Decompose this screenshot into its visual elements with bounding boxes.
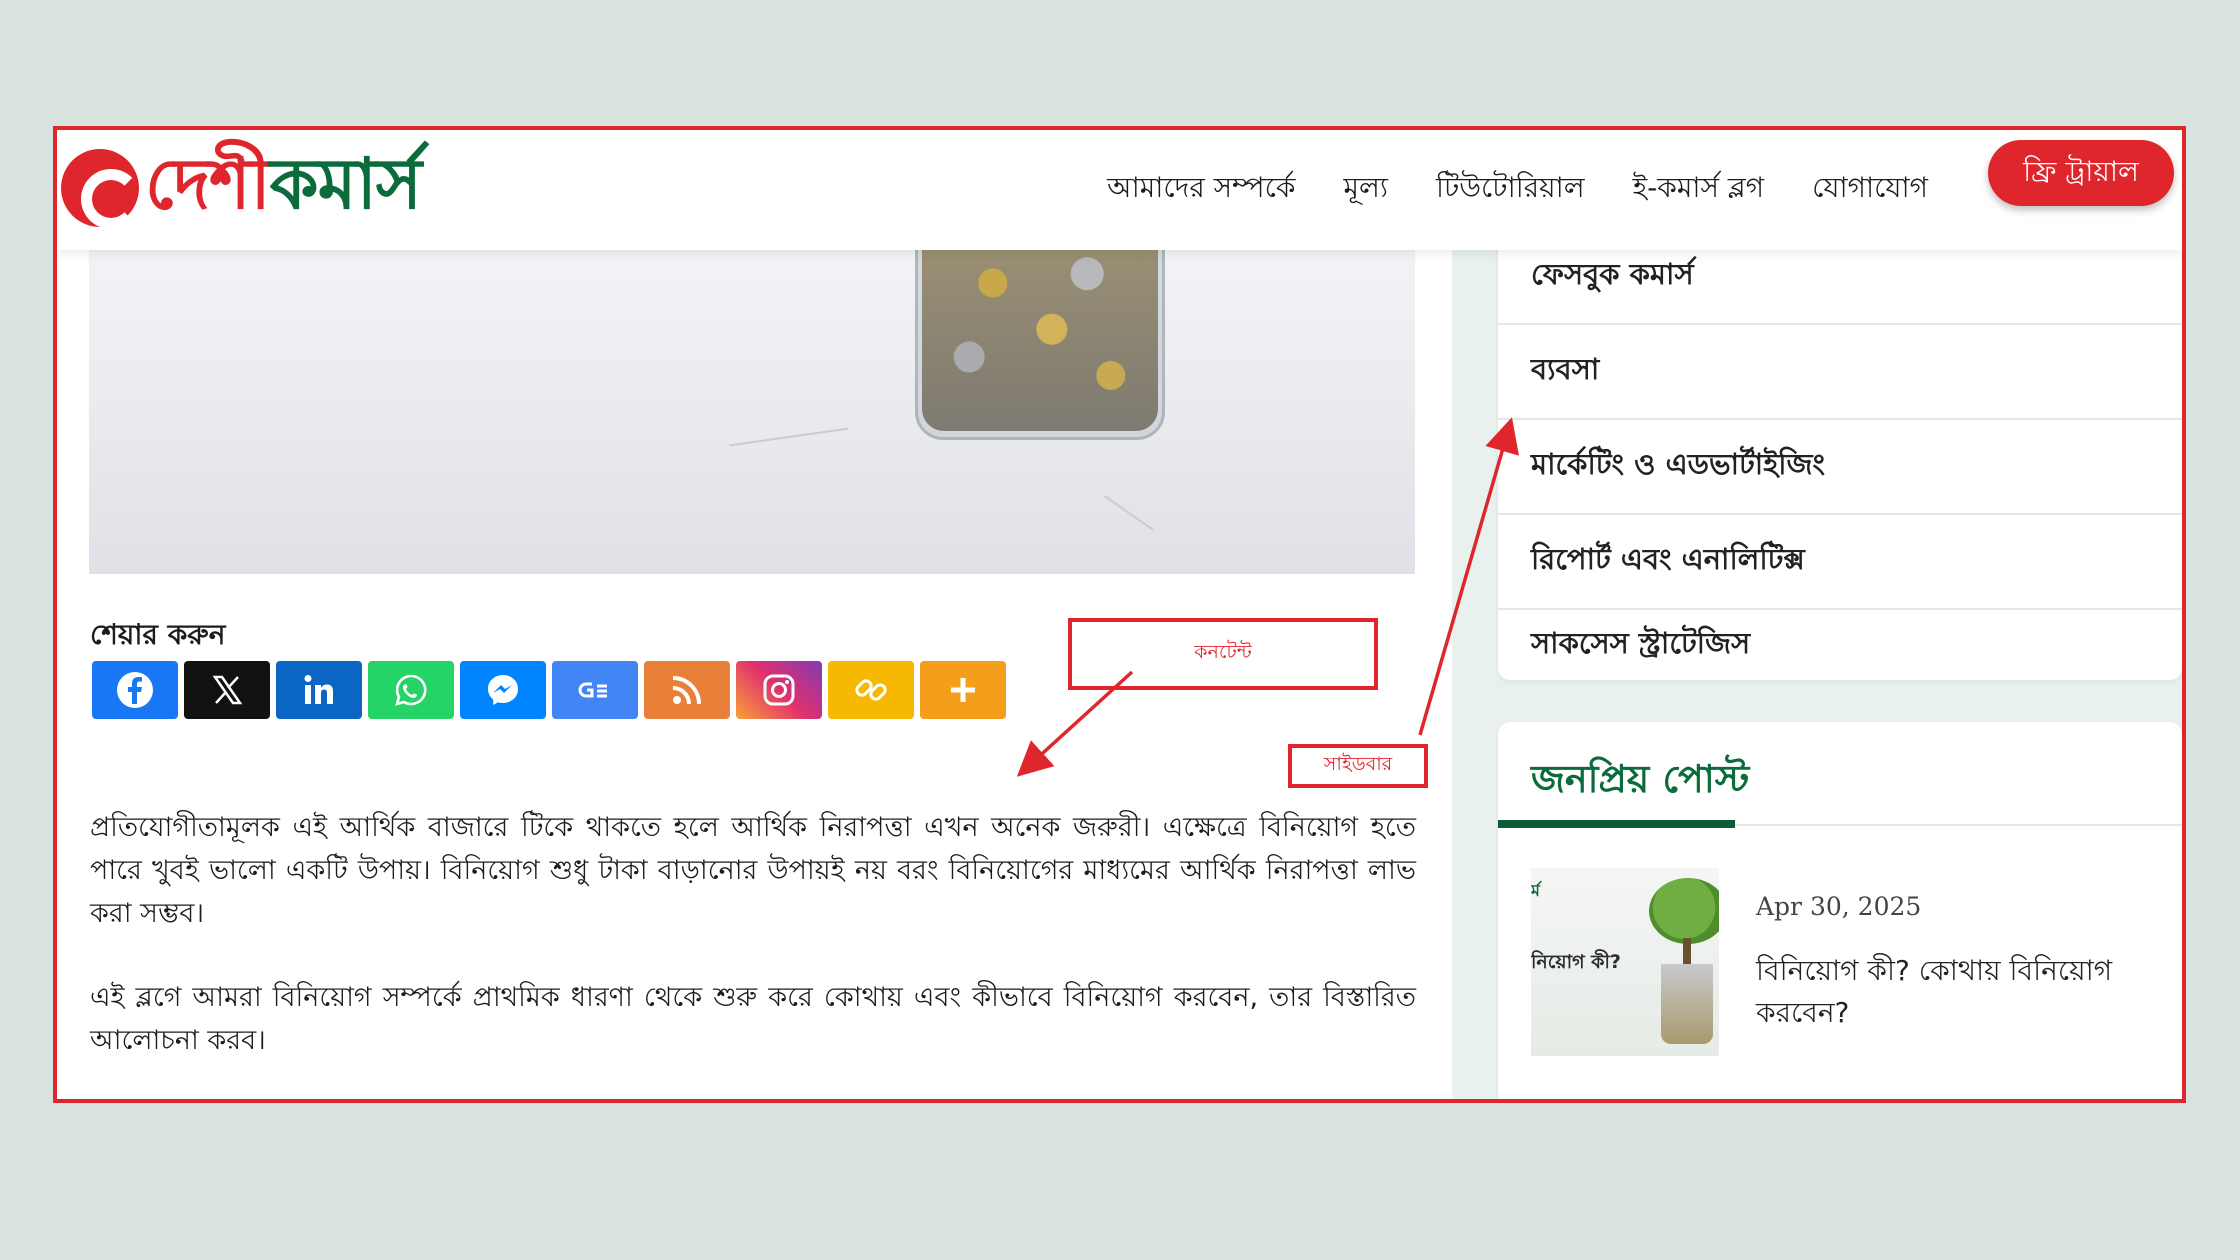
jar-image: [1661, 964, 1713, 1044]
plus-icon: [951, 678, 975, 702]
logo-text-red: দেশী: [145, 141, 271, 225]
facebook-icon: [117, 672, 153, 708]
messenger-icon: [488, 675, 518, 705]
title-underline: [1498, 820, 1735, 828]
site-header: দেশীকমার্স আমাদের সম্পর্কে মূল্য টিউটোরি…: [57, 130, 2182, 250]
category-item[interactable]: ব্যবসা: [1498, 325, 2182, 420]
share-google-news-button[interactable]: [552, 661, 638, 719]
nav-item-about[interactable]: আমাদের সম্পর্কে: [1103, 156, 1299, 223]
category-list: ফেসবুক কমার্স ব্যবসা মার্কেটিং ও এডভার্ট…: [1498, 230, 2182, 680]
divider: [1735, 824, 2182, 826]
nav-item-pricing[interactable]: মূল্য: [1339, 156, 1392, 223]
main-nav: আমাদের সম্পর্কে মূল্য টিউটোরিয়াল ই-কমার…: [1103, 156, 1932, 223]
share-title: শেয়ার করুন: [90, 618, 226, 651]
share-whatsapp-button[interactable]: [368, 661, 454, 719]
thumb-label: র্ম: [1531, 881, 1540, 900]
nav-item-contact[interactable]: যোগাযোগ: [1808, 156, 1932, 223]
post-title-link[interactable]: বিনিয়োগ কী? কোথায় বিনিয়োগ করবেন?: [1756, 950, 2156, 1034]
nav-item-blog[interactable]: ই-কমার্স ব্লগ: [1629, 156, 1768, 223]
post-thumbnail[interactable]: র্ম নিয়োগ কী?: [1531, 868, 1719, 1056]
share-buttons: [92, 661, 1006, 719]
logo-text-green: কমার্স: [269, 141, 422, 225]
share-messenger-button[interactable]: [460, 661, 546, 719]
coin-jar-image: [915, 250, 1165, 440]
category-item[interactable]: সাকসেস স্ট্রাটেজিস: [1498, 610, 2182, 680]
logo-mark-icon: [61, 149, 141, 229]
rss-icon: [672, 676, 701, 705]
article-paragraph: প্রতিযোগীতামূলক এই আর্থিক বাজারে টিকে থা…: [90, 812, 1416, 929]
divider: [1498, 1102, 2182, 1103]
instagram-icon: [763, 674, 795, 706]
annotation-content-box: কনটেন্ট: [1068, 618, 1378, 690]
google-news-icon: [578, 682, 607, 698]
share-linkedin-button[interactable]: [276, 661, 362, 719]
share-instagram-button[interactable]: [736, 661, 822, 719]
nav-item-tutorial[interactable]: টিউটোরিয়াল: [1432, 156, 1589, 223]
copy-link-icon: [855, 679, 887, 701]
site-logo[interactable]: দেশীকমার্স: [61, 140, 422, 236]
article-paragraph: এই ব্লগে আমরা বিনিয়োগ সম্পর্কে প্রাথমিক…: [90, 982, 1416, 1056]
whatsapp-icon: [395, 674, 427, 706]
linkedin-icon: [304, 675, 333, 704]
coins-image: [922, 250, 1158, 431]
popular-posts-title: জনপ্রিয় পোস্ট: [1531, 757, 1750, 801]
floor-line: [1103, 494, 1155, 532]
free-trial-button[interactable]: ফ্রি ট্রায়াল: [1988, 140, 2174, 206]
post-date: Apr 30, 2025: [1756, 892, 1922, 921]
floor-line: [729, 427, 849, 447]
browser-frame: দেশীকমার্স আমাদের সম্পর্কে মূল্য টিউটোরি…: [53, 126, 2186, 1103]
share-rss-button[interactable]: [644, 661, 730, 719]
logo-text: দেশীকমার্স: [145, 130, 422, 247]
annotation-sidebar-box: সাইডবার: [1288, 744, 1428, 788]
share-x-button[interactable]: [184, 661, 270, 719]
tree-image: [1649, 878, 1719, 944]
category-item[interactable]: রিপোর্ট এবং এনালিটিক্স: [1498, 515, 2182, 610]
share-copy-link-button[interactable]: [828, 661, 914, 719]
article-hero-image: [89, 250, 1415, 574]
thumb-text: নিয়োগ কী?: [1531, 951, 1621, 973]
popular-posts-card: জনপ্রিয় পোস্ট র্ম নিয়োগ কী? Apr 30, 20…: [1498, 722, 2182, 1103]
share-facebook-button[interactable]: [92, 661, 178, 719]
x-icon: [212, 675, 243, 705]
share-more-button[interactable]: [920, 661, 1006, 719]
category-item[interactable]: মার্কেটিং ও এডভার্টাইজিং: [1498, 420, 2182, 515]
